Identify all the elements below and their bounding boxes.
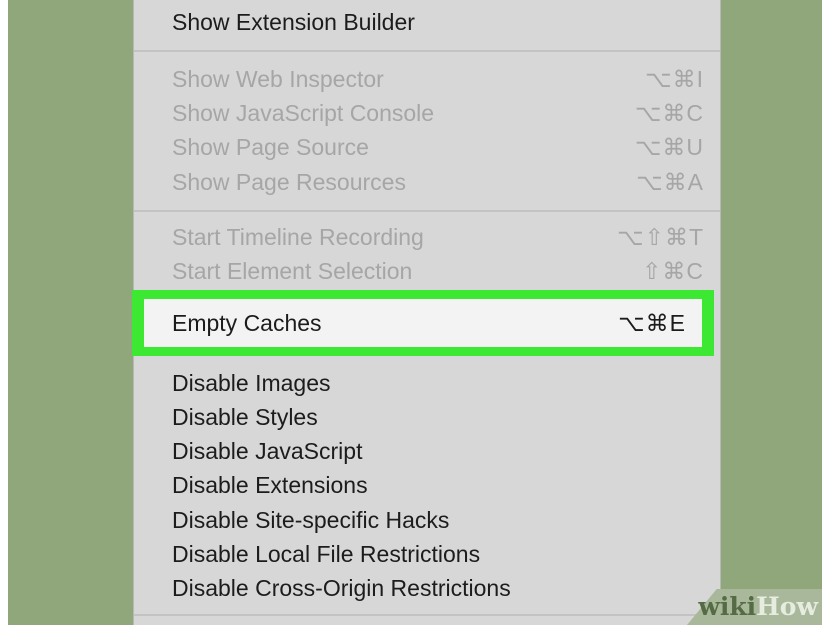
menu-item-empty-caches[interactable]: Empty Caches ⌥⌘E <box>144 299 702 347</box>
menu-item-shortcut: ⌥⌘I <box>645 66 704 92</box>
menu-item-label: Show Page Source <box>172 134 369 160</box>
menu-separator <box>134 50 720 52</box>
develop-menu: Show Extension Builder Show Web Inspecto… <box>132 0 720 625</box>
watermark-wiki: wiki <box>698 592 757 621</box>
menu-item-label: Disable JavaScript <box>172 438 363 464</box>
menu-item-label: Disable Images <box>172 370 331 396</box>
menu-separator <box>134 614 720 616</box>
menu-item-show-page-source: Show Page Source ⌥⌘U <box>134 130 720 164</box>
watermark-how: How <box>756 592 818 621</box>
menu-item-start-timeline-recording: Start Timeline Recording ⌥⇧⌘T <box>134 220 720 254</box>
menu-item-disable-styles[interactable]: Disable Styles <box>134 400 720 434</box>
menu-item-show-extension-builder[interactable]: Show Extension Builder <box>134 5 720 39</box>
menu-item-shortcut: ⇧⌘C <box>642 258 704 284</box>
menu-item-show-javascript-console: Show JavaScript Console ⌥⌘C <box>134 96 720 130</box>
menu-item-shortcut: ⌥⌘E <box>618 310 686 336</box>
menu-item-label: Empty Caches <box>172 310 322 336</box>
menu-item-disable-javascript[interactable]: Disable JavaScript <box>134 434 720 468</box>
menu-item-disable-site-specific-hacks[interactable]: Disable Site-specific Hacks <box>134 503 720 537</box>
menu-item-start-element-selection: Start Element Selection ⇧⌘C <box>134 254 720 288</box>
menu-item-label: Show Web Inspector <box>172 66 384 92</box>
highlight-box: Empty Caches ⌥⌘E <box>132 290 714 356</box>
menu-item-disable-cross-origin-restrictions[interactable]: Disable Cross-Origin Restrictions <box>134 571 720 605</box>
menu-item-label: Disable Site-specific Hacks <box>172 507 450 533</box>
menu-item-label: Disable Styles <box>172 404 318 430</box>
menu-item-label: Disable Cross-Origin Restrictions <box>172 575 511 601</box>
menu-separator <box>134 210 720 212</box>
menu-item-label: Show Extension Builder <box>172 9 415 35</box>
menu-item-show-page-resources: Show Page Resources ⌥⌘A <box>134 165 720 199</box>
menu-item-label: Start Timeline Recording <box>172 224 424 250</box>
screenshot-frame: Show Extension Builder Show Web Inspecto… <box>8 0 822 625</box>
menu-item-disable-local-file-restrictions[interactable]: Disable Local File Restrictions <box>134 537 720 571</box>
menu-item-label: Show JavaScript Console <box>172 100 435 126</box>
menu-item-label: Disable Local File Restrictions <box>172 541 481 567</box>
menu-item-shortcut: ⌥⌘A <box>636 169 704 195</box>
menu-item-disable-extensions[interactable]: Disable Extensions <box>134 468 720 502</box>
menu-item-shortcut: ⌥⇧⌘T <box>617 224 704 250</box>
menu-item-show-web-inspector: Show Web Inspector ⌥⌘I <box>134 62 720 96</box>
menu-item-label: Disable Extensions <box>172 472 368 498</box>
menu-item-disable-images[interactable]: Disable Images <box>134 366 720 400</box>
menu-item-shortcut: ⌥⌘U <box>634 134 704 160</box>
menu-item-label: Show Page Resources <box>172 169 406 195</box>
wikihow-watermark: wikiHow <box>698 592 818 621</box>
menu-item-shortcut: ⌥⌘C <box>634 100 704 126</box>
menu-item-label: Start Element Selection <box>172 258 413 284</box>
